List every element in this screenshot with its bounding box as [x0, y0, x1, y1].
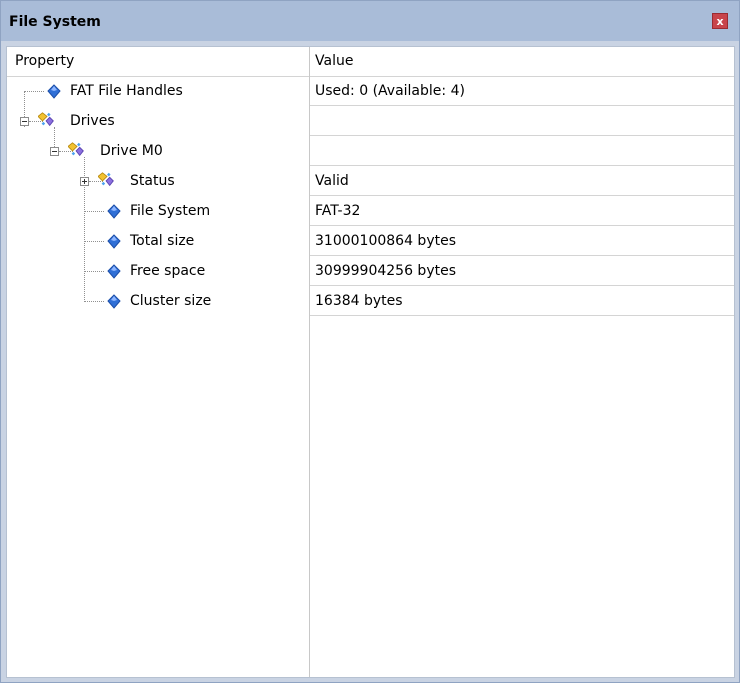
- property-diamond-icon: [107, 234, 121, 249]
- table-row[interactable]: File System FAT-32: [7, 197, 734, 227]
- property-label: File System: [130, 203, 211, 219]
- column-header-value[interactable]: Value: [315, 47, 353, 76]
- value-cell[interactable]: [310, 197, 734, 226]
- expand-toggle-icon[interactable]: [80, 177, 89, 186]
- column-header-property[interactable]: Property: [15, 47, 74, 76]
- table-row[interactable]: Drive M0: [7, 137, 734, 167]
- property-label: Free space: [130, 263, 206, 279]
- property-value: FAT-32: [315, 203, 361, 219]
- collapse-toggle-icon[interactable]: [50, 147, 59, 156]
- title-bar: File System x: [1, 1, 739, 41]
- value-cell[interactable]: [310, 137, 734, 166]
- file-system-panel: File System x Property Value FAT File Ha…: [0, 0, 740, 683]
- property-label: Drives: [70, 113, 115, 129]
- property-diamond-icon: [47, 84, 61, 99]
- window-title: File System: [9, 14, 101, 30]
- value-cell[interactable]: [310, 107, 734, 136]
- collapse-toggle-icon[interactable]: [20, 117, 29, 126]
- table-row[interactable]: Drives: [7, 107, 734, 137]
- group-node-icon: [38, 112, 54, 127]
- property-value: Valid: [315, 173, 349, 189]
- property-diamond-icon: [107, 294, 121, 309]
- property-label: Status: [130, 173, 175, 189]
- table-row[interactable]: Total size 31000100864 bytes: [7, 227, 734, 257]
- table-row[interactable]: FAT File Handles Used: 0 (Available: 4): [7, 77, 734, 107]
- table-row[interactable]: Cluster size 16384 bytes: [7, 287, 734, 317]
- property-value: 16384 bytes: [315, 293, 403, 309]
- table-row[interactable]: Free space 30999904256 bytes: [7, 257, 734, 287]
- property-label: Total size: [130, 233, 195, 249]
- property-label: FAT File Handles: [70, 83, 183, 99]
- property-grid: Property Value FAT File Handles Used: 0 …: [6, 46, 735, 678]
- property-value: Used: 0 (Available: 4): [315, 83, 465, 99]
- property-value: 30999904256 bytes: [315, 263, 456, 279]
- table-row[interactable]: Status Valid: [7, 167, 734, 197]
- property-diamond-icon: [107, 204, 121, 219]
- value-cell[interactable]: [310, 167, 734, 196]
- property-diamond-icon: [107, 264, 121, 279]
- property-label: Cluster size: [130, 293, 212, 309]
- close-button[interactable]: x: [712, 13, 728, 29]
- property-label: Drive M0: [100, 143, 163, 159]
- group-node-icon: [98, 172, 114, 187]
- property-value: 31000100864 bytes: [315, 233, 456, 249]
- group-node-icon: [68, 142, 84, 157]
